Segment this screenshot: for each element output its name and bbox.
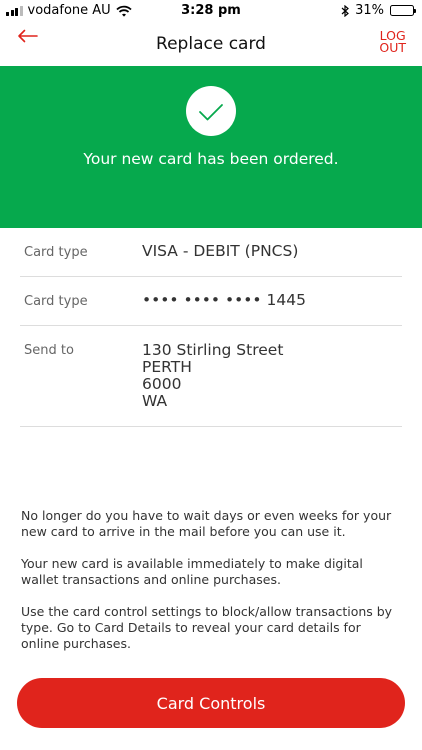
detail-label: Send to: [24, 343, 74, 358]
success-message: Your new card has been ordered.: [83, 150, 339, 168]
bluetooth-icon: [341, 4, 350, 17]
info-text: No longer do you have to wait days or ev…: [21, 508, 401, 668]
logout-button[interactable]: LOG OUT: [379, 29, 406, 55]
detail-row-card-type: Card type VISA - DEBIT (PNCS): [20, 228, 402, 277]
battery-percent: 31%: [355, 3, 384, 18]
info-paragraph: Use the card control settings to block/a…: [21, 604, 393, 651]
status-right: 31%: [341, 3, 416, 18]
logout-label-line2: OUT: [379, 40, 406, 55]
detail-label: Card type: [24, 294, 88, 309]
info-paragraph: Your new card is available immediately t…: [21, 556, 363, 587]
detail-value-address: 130 Stirling Street PERTH 6000 WA: [142, 341, 284, 410]
page-title: Replace card: [156, 34, 266, 54]
detail-label: Card type: [24, 245, 88, 260]
detail-value: VISA - DEBIT (PNCS): [142, 242, 299, 260]
detail-value: •••• •••• •••• 1445: [142, 291, 306, 309]
checkmark-icon: [186, 86, 236, 136]
battery-icon: [390, 5, 416, 16]
detail-row-card-number: Card type •••• •••• •••• 1445: [20, 277, 402, 326]
success-banner: Your new card has been ordered.: [0, 66, 422, 228]
status-bar: vodafone AU 3:28 pm 31%: [0, 0, 422, 22]
card-details: Card type VISA - DEBIT (PNCS) Card type …: [20, 228, 402, 427]
detail-row-send-to: Send to 130 Stirling Street PERTH 6000 W…: [20, 326, 402, 427]
nav-bar: Replace card LOG OUT: [0, 22, 422, 66]
card-controls-button[interactable]: Card Controls: [17, 678, 405, 728]
info-paragraph: No longer do you have to wait days or ev…: [21, 508, 392, 539]
